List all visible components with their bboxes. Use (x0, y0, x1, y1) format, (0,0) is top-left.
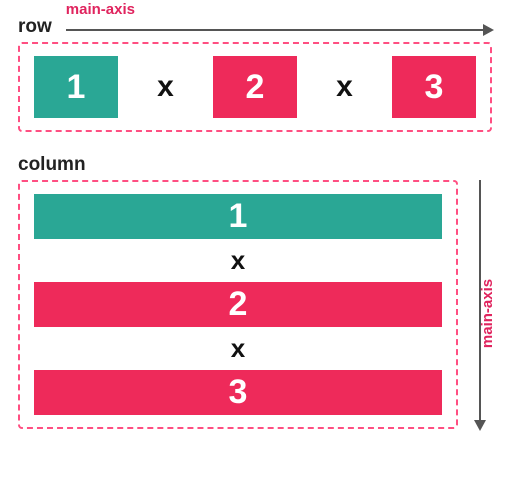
column-separator: x (231, 239, 245, 282)
row-axis-label: main-axis (66, 1, 135, 18)
column-section: column 1 x 2 x 3 main-axis (18, 154, 492, 429)
arrow-down-icon (479, 180, 481, 429)
column-separator: x (231, 327, 245, 370)
row-separator: x (336, 70, 353, 104)
row-item-3: 3 (392, 56, 476, 118)
row-flex: 1 x 2 x 3 (34, 56, 476, 118)
column-item-3: 3 (34, 370, 442, 415)
column-item-1: 1 (34, 194, 442, 239)
row-section: row main-axis 1 x 2 x 3 (18, 16, 492, 132)
row-title: row (18, 16, 52, 38)
column-area: 1 x 2 x 3 main-axis (18, 180, 492, 429)
row-header: row main-axis (18, 16, 492, 38)
row-axis: main-axis (66, 23, 492, 31)
arrow-right-icon (66, 29, 492, 31)
row-separator: x (157, 70, 174, 104)
column-header: column (18, 154, 492, 176)
column-axis-label: main-axis (479, 278, 496, 347)
row-item-2: 2 (213, 56, 297, 118)
row-item-1: 1 (34, 56, 118, 118)
column-axis: main-axis (468, 180, 492, 429)
column-container: 1 x 2 x 3 (18, 180, 458, 429)
column-flex: 1 x 2 x 3 (34, 194, 442, 415)
row-container: 1 x 2 x 3 (18, 42, 492, 132)
column-item-2: 2 (34, 282, 442, 327)
column-title: column (18, 154, 86, 176)
